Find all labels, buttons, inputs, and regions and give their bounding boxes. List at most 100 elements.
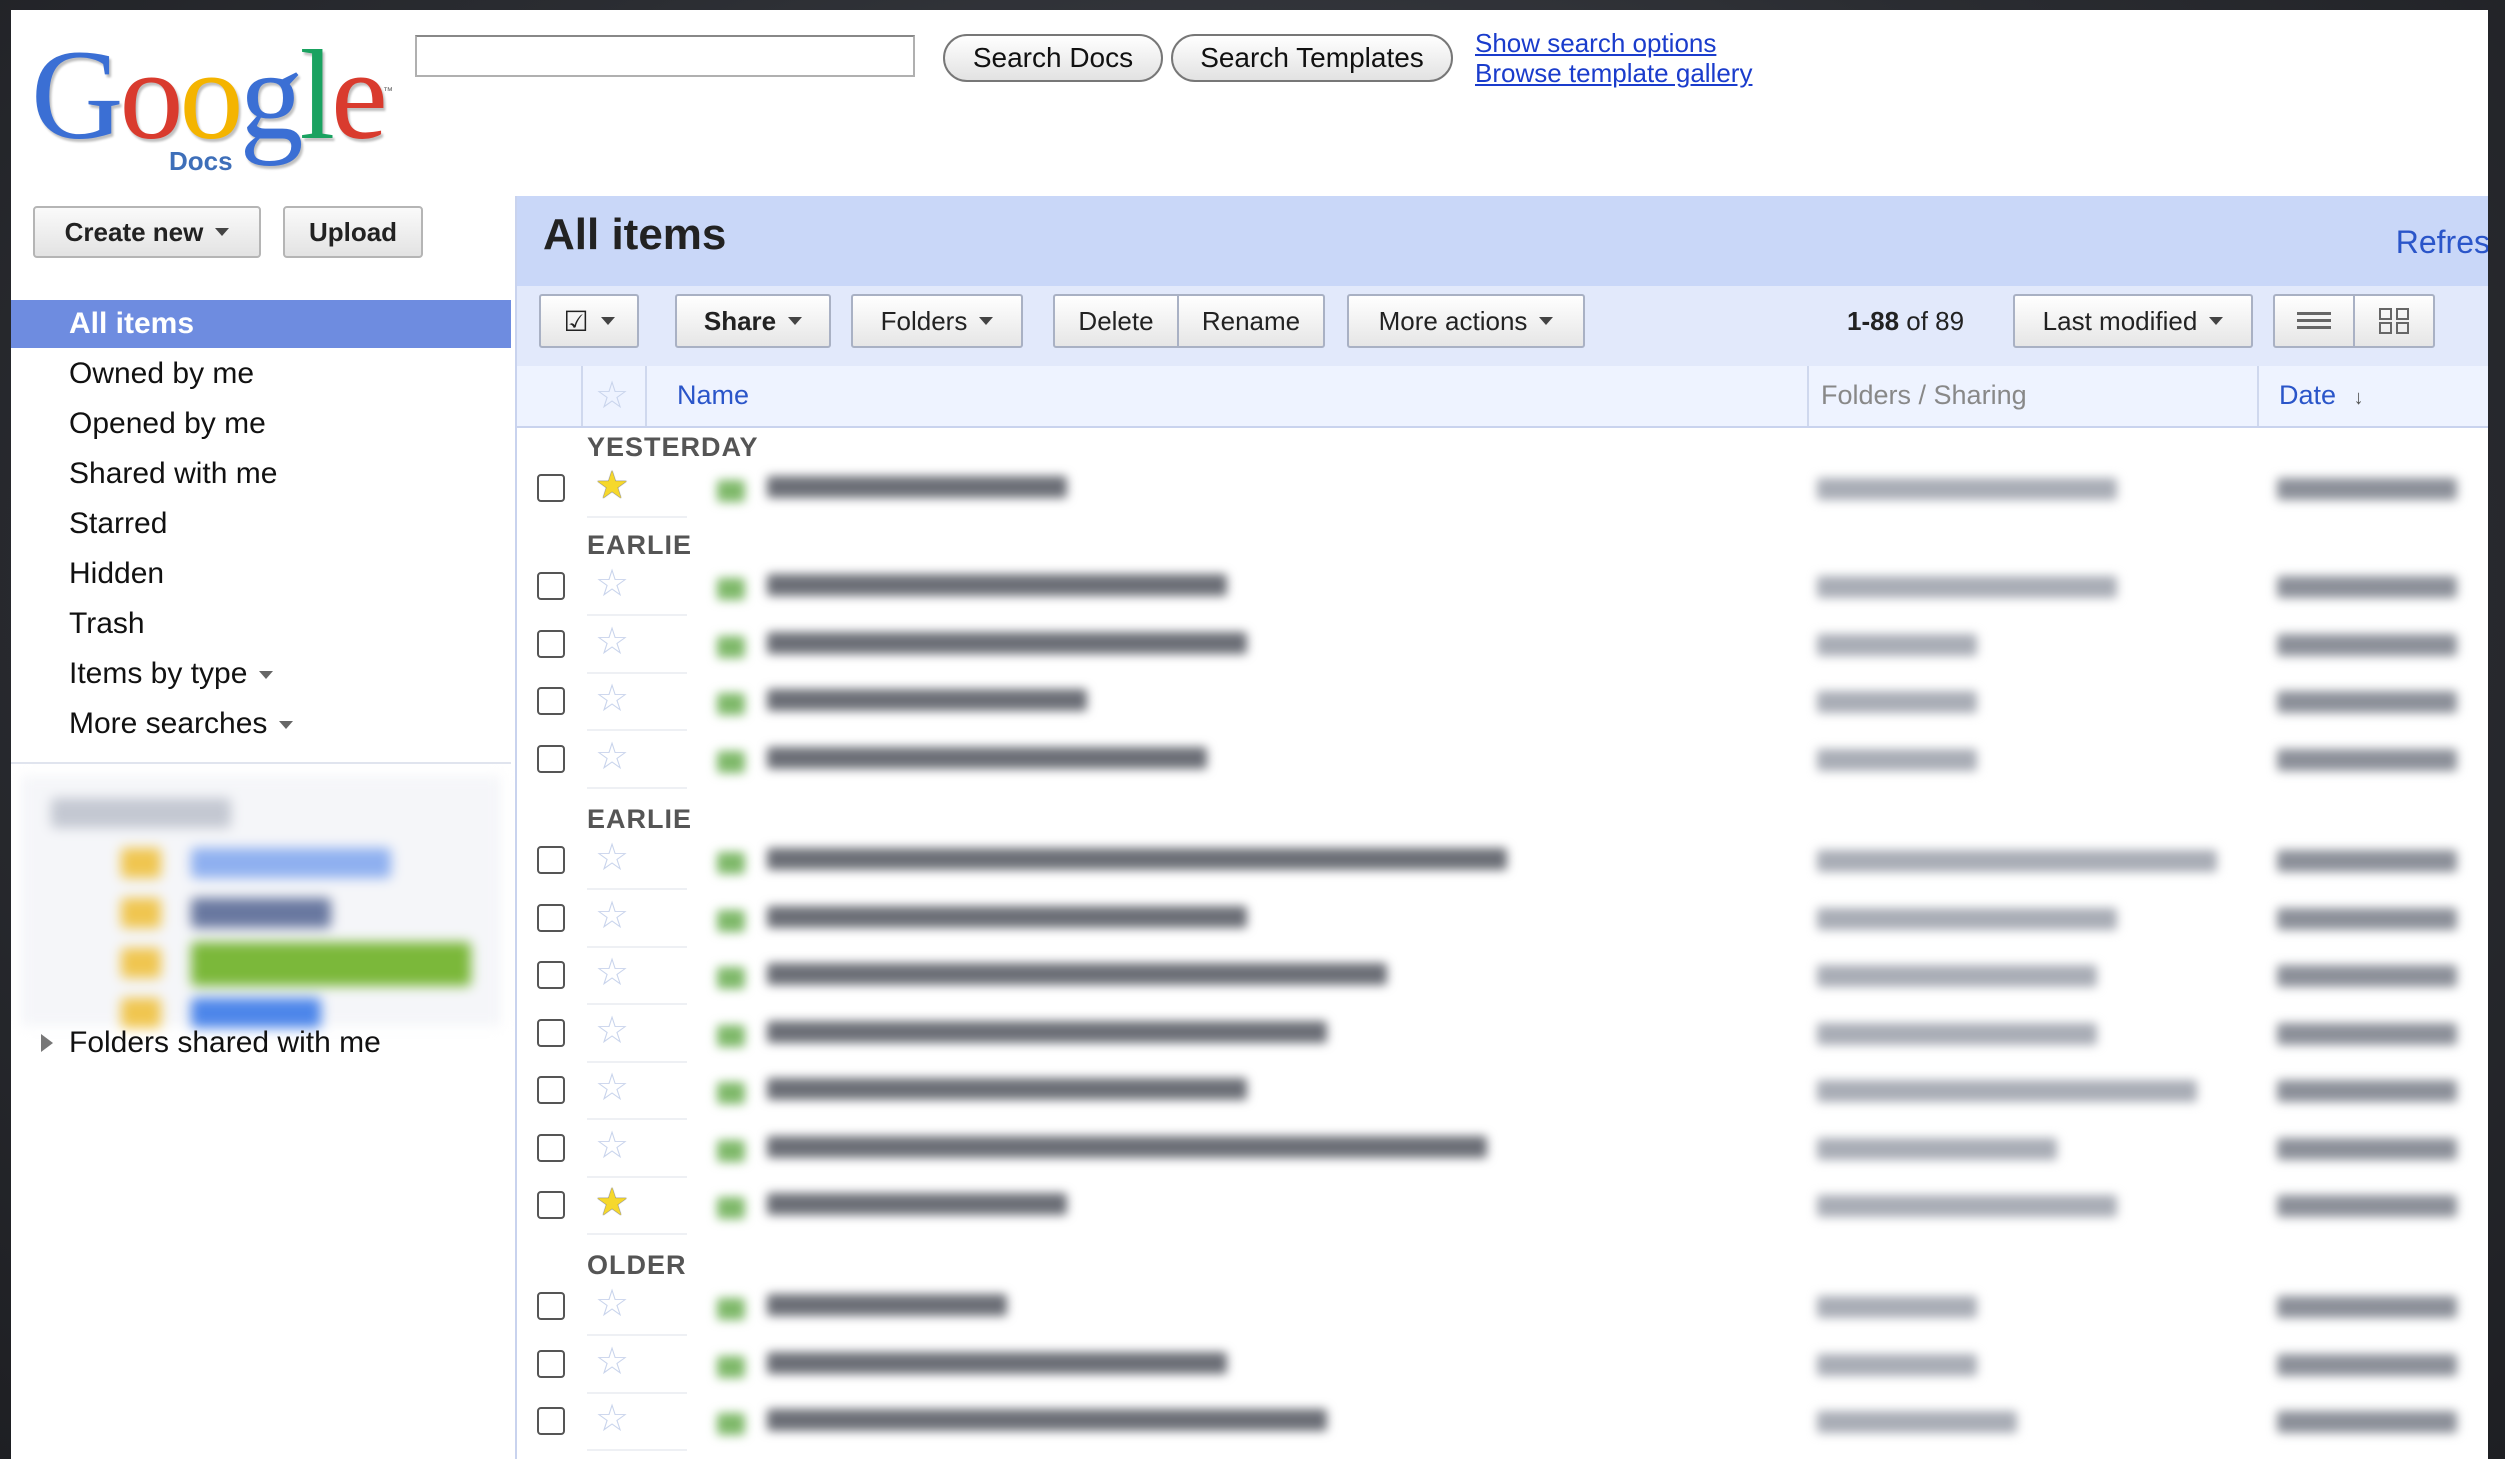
show-search-options-link[interactable]: Show search options: [1475, 28, 1716, 59]
grid-view-button[interactable]: [2353, 294, 2435, 348]
expand-arrow-icon[interactable]: [41, 1034, 53, 1052]
table-row[interactable]: ★: [517, 460, 2488, 518]
table-row[interactable]: ☆: [517, 1278, 2488, 1336]
folder-icon: [121, 848, 161, 878]
share-button[interactable]: Share: [675, 294, 831, 348]
row-checkbox[interactable]: [537, 474, 565, 502]
search-docs-button[interactable]: Search Docs: [943, 34, 1163, 82]
star-outline-icon[interactable]: ☆: [595, 1126, 629, 1166]
blurred-document-name[interactable]: [767, 1135, 1487, 1158]
create-new-button[interactable]: Create new: [33, 206, 261, 258]
blurred-date: [2277, 907, 2457, 930]
sidebar-item-opened-by-me[interactable]: Opened by me: [11, 400, 511, 448]
blurred-date: [2277, 965, 2457, 987]
blurred-document-name[interactable]: [767, 1078, 1247, 1100]
table-row[interactable]: ☆: [517, 1062, 2488, 1120]
table-row[interactable]: ★: [517, 1177, 2488, 1235]
column-folders-sharing[interactable]: Folders / Sharing: [1821, 380, 2027, 411]
star-outline-icon[interactable]: ☆: [595, 622, 629, 662]
row-checkbox[interactable]: [537, 687, 565, 715]
refresh-link[interactable]: Refres: [2396, 224, 2488, 261]
star-outline-icon[interactable]: ☆: [595, 1399, 629, 1439]
folder-icon: [121, 998, 161, 1028]
row-checkbox[interactable]: [537, 629, 565, 658]
star-outline-icon[interactable]: ☆: [595, 679, 629, 719]
sidebar-item-all-items[interactable]: All items: [11, 300, 511, 348]
blurred-document-name[interactable]: [767, 746, 1207, 769]
row-checkbox[interactable]: [537, 1191, 565, 1219]
star-outline-icon[interactable]: ☆: [595, 953, 629, 993]
column-date[interactable]: Date ↓: [2279, 380, 2364, 411]
rename-button[interactable]: Rename: [1177, 294, 1325, 348]
star-outline-icon[interactable]: ☆: [595, 1011, 629, 1051]
sidebar-item-hidden[interactable]: Hidden: [11, 550, 511, 598]
table-row[interactable]: ☆: [517, 1393, 2488, 1451]
sidebar-item-starred[interactable]: Starred: [11, 500, 511, 548]
star-outline-icon[interactable]: ☆: [595, 1068, 629, 1108]
table-row[interactable]: ☆: [517, 558, 2488, 616]
browse-template-gallery-link[interactable]: Browse template gallery: [1475, 58, 1752, 89]
star-outline-icon[interactable]: ☆: [595, 1342, 629, 1382]
table-row[interactable]: ☆: [517, 731, 2488, 789]
row-checkbox[interactable]: [537, 903, 565, 932]
star-outline-icon[interactable]: ☆: [595, 564, 629, 604]
table-row[interactable]: ☆: [517, 616, 2488, 674]
table-row[interactable]: ☆: [517, 890, 2488, 948]
blurred-document-name[interactable]: [767, 1193, 1067, 1215]
row-checkbox[interactable]: [537, 1133, 565, 1162]
folders-shared-with-me[interactable]: Folders shared with me: [41, 1026, 381, 1060]
search-input[interactable]: [415, 35, 915, 77]
upload-button[interactable]: Upload: [283, 206, 423, 258]
delete-button[interactable]: Delete: [1053, 294, 1179, 348]
table-row[interactable]: ☆: [517, 832, 2488, 890]
folders-shared-label: Folders shared with me: [69, 1026, 381, 1059]
blurred-document-name[interactable]: [767, 689, 1087, 711]
column-separator: [581, 366, 583, 426]
star-filled-icon[interactable]: ★: [595, 1183, 629, 1223]
google-docs-logo[interactable]: Google ™ Docs: [31, 30, 393, 180]
star-filled-icon[interactable]: ★: [595, 466, 629, 506]
blurred-document-name[interactable]: [767, 631, 1247, 654]
row-checkbox[interactable]: [537, 744, 565, 773]
blurred-document-name[interactable]: [767, 574, 1227, 596]
row-checkbox[interactable]: [537, 1018, 565, 1047]
sidebar-item-trash[interactable]: Trash: [11, 600, 511, 648]
more-actions-button[interactable]: More actions: [1347, 294, 1585, 348]
row-checkbox[interactable]: [537, 846, 565, 874]
blurred-document-name[interactable]: [767, 1020, 1327, 1043]
sidebar-item-owned-by-me[interactable]: Owned by me: [11, 350, 511, 398]
star-outline-icon[interactable]: ☆: [595, 838, 629, 878]
blurred-document-name[interactable]: [767, 963, 1387, 985]
star-outline-icon[interactable]: ☆: [595, 376, 629, 416]
sidebar-item-items-by-type[interactable]: Items by type: [11, 650, 511, 698]
select-dropdown-button[interactable]: ☑: [539, 294, 639, 348]
row-checkbox[interactable]: [537, 961, 565, 989]
row-checkbox[interactable]: [537, 1349, 565, 1378]
sidebar-item-shared-with-me[interactable]: Shared with me: [11, 450, 511, 498]
search-templates-button[interactable]: Search Templates: [1171, 34, 1453, 82]
blurred-document-name[interactable]: [767, 1409, 1327, 1431]
table-row[interactable]: ☆: [517, 947, 2488, 1005]
blurred-document-name[interactable]: [767, 476, 1067, 498]
table-row[interactable]: ☆: [517, 673, 2488, 731]
blurred-document-name[interactable]: [767, 1351, 1227, 1374]
blurred-document-name[interactable]: [767, 905, 1247, 928]
blurred-document-name[interactable]: [767, 1294, 1007, 1316]
column-name[interactable]: Name: [677, 380, 749, 411]
row-checkbox[interactable]: [537, 1292, 565, 1320]
star-outline-icon[interactable]: ☆: [595, 737, 629, 777]
blurred-document-name[interactable]: [767, 848, 1507, 870]
table-row[interactable]: ☆: [517, 1005, 2488, 1063]
row-checkbox[interactable]: [537, 1407, 565, 1435]
table-row[interactable]: ☆: [517, 1336, 2488, 1394]
sort-dropdown-button[interactable]: Last modified: [2013, 294, 2253, 348]
row-checkbox[interactable]: [537, 572, 565, 600]
star-outline-icon[interactable]: ☆: [595, 1284, 629, 1324]
star-outline-icon[interactable]: ☆: [595, 896, 629, 936]
table-row[interactable]: ☆: [517, 1120, 2488, 1178]
sidebar-item-more-searches[interactable]: More searches: [11, 700, 511, 748]
row-checkbox[interactable]: [537, 1076, 565, 1104]
chevron-down-icon: [2209, 317, 2224, 325]
folders-button[interactable]: Folders: [851, 294, 1023, 348]
list-view-button[interactable]: [2273, 294, 2355, 348]
